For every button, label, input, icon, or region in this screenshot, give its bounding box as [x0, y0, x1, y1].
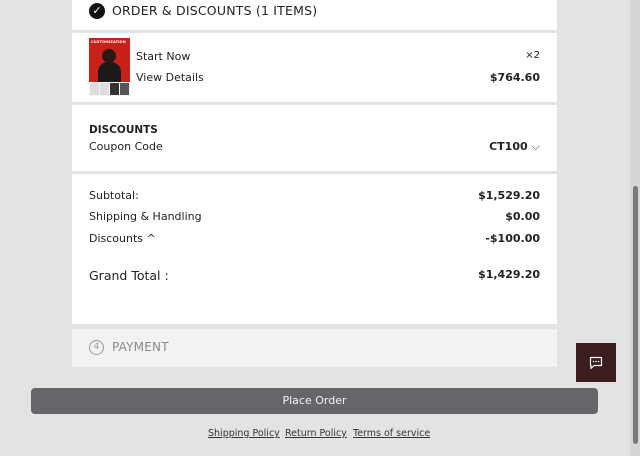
grand-total-value: $1,429.20 — [478, 268, 540, 281]
scrollbar-thumb[interactable] — [633, 186, 638, 444]
thumbnail-figure-head — [102, 49, 116, 63]
terms-of-service-link[interactable]: Terms of service — [353, 428, 430, 439]
item-quantity: ×2 — [525, 50, 540, 61]
payment-section-header[interactable]: 4 PAYMENT — [72, 329, 557, 367]
chat-bubble-icon — [589, 356, 603, 369]
chevron-up-icon: ^ — [146, 232, 156, 245]
discounts-value: -$100.00 — [485, 232, 540, 245]
discounts-toggle[interactable]: Discounts ^ — [89, 232, 156, 245]
item-name: Start Now — [136, 50, 191, 63]
discounts-title: DISCOUNTS — [89, 124, 158, 136]
thumbnail-label: CUSTOMIZATION — [91, 40, 126, 44]
step-number-badge: 4 — [89, 340, 104, 355]
item-price: $764.60 — [489, 71, 540, 84]
subtotal-value: $1,529.20 — [478, 189, 540, 202]
product-thumbnail[interactable]: CUSTOMIZATION — [89, 38, 130, 96]
subtotal-label: Subtotal: — [89, 189, 139, 202]
thumbnail-strip — [89, 82, 130, 96]
order-totals: Subtotal: $1,529.20 Shipping & Handling … — [72, 174, 557, 324]
chevron-down-icon: ⌵ — [531, 140, 540, 153]
page-scrollbar[interactable] — [630, 0, 640, 456]
coupon-code-label: Coupon Code — [89, 140, 163, 153]
shipping-policy-link[interactable]: Shipping Policy — [208, 428, 280, 439]
coupon-code-dropdown[interactable]: CT100 ⌵ — [489, 140, 540, 154]
place-order-button[interactable]: Place Order — [31, 388, 598, 414]
grand-total-label: Grand Total : — [89, 268, 169, 283]
discounts-label: Discounts — [89, 232, 144, 245]
shipping-value: $0.00 — [505, 210, 540, 223]
view-details-link[interactable]: View Details — [136, 71, 204, 84]
return-policy-link[interactable]: Return Policy — [285, 428, 347, 439]
check-circle-icon: ✓ — [89, 3, 105, 19]
chat-button[interactable] — [576, 343, 616, 382]
order-section-header: ✓ ORDER & DISCOUNTS (1 ITEMS) — [72, 0, 557, 30]
order-section-title: ORDER & DISCOUNTS (1 ITEMS) — [112, 3, 318, 18]
discounts-section: DISCOUNTS Coupon Code CT100 ⌵ — [72, 105, 557, 171]
order-item-row: CUSTOMIZATION Start Now View Details ×2 … — [72, 33, 557, 102]
payment-title: PAYMENT — [112, 340, 169, 354]
thumbnail-figure-body — [98, 62, 121, 82]
coupon-code-value: CT100 — [489, 140, 528, 153]
shipping-label: Shipping & Handling — [89, 210, 202, 223]
